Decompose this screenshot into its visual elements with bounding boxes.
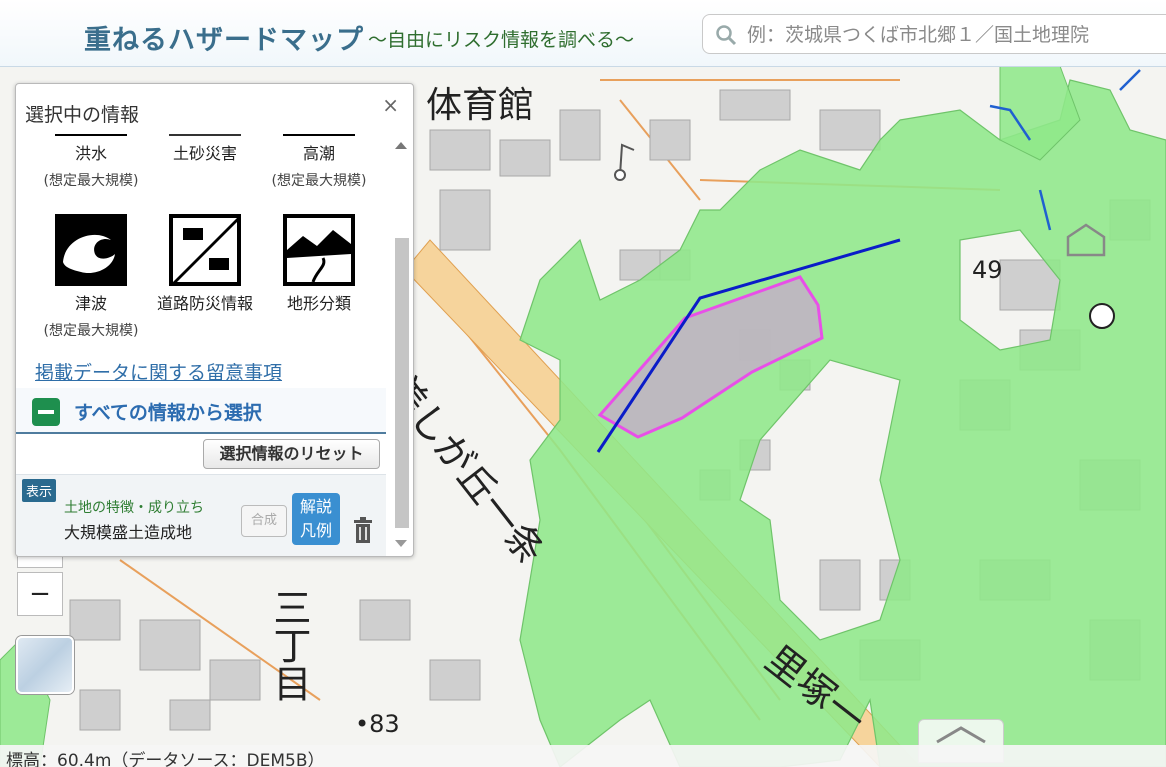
select-all-label[interactable]: すべての情報から選択: [74, 398, 262, 425]
scroll-down-arrow[interactable]: [395, 540, 407, 547]
hazard-flood[interactable]: 洪水 (想定最大規模): [36, 134, 146, 190]
layer-name: 大規模盛土造成地: [64, 523, 193, 542]
hazard-label: 津波: [74, 294, 107, 313]
status-bar: 標高：60.4m（データソース：DEM5B）: [0, 745, 1166, 767]
active-layer-row: 表示 土地の特徴・成り立ち 大規模盛土造成地 合成 解説 凡例: [16, 474, 386, 556]
hazard-label: 地形分類: [286, 294, 351, 313]
hazard-landslide[interactable]: 土砂災害: [150, 134, 260, 164]
selected-info-panel: 選択中の情報 × 洪水 (想定最大規模) 土砂災害 高潮 (想定最大規模) 津波…: [15, 83, 414, 557]
panel-scroll-area[interactable]: 洪水 (想定最大規模) 土砂災害 高潮 (想定最大規模) 津波 (想定最大規模): [16, 134, 388, 556]
elevation-readout: 標高：60.4m（データソース：DEM5B）: [6, 751, 325, 767]
app-subtitle: ～自由にリスク情報を調べる～: [368, 29, 635, 51]
tsunami-icon[interactable]: [55, 214, 127, 286]
hazard-sub: (想定最大規模): [43, 323, 139, 339]
collapse-icon[interactable]: [32, 398, 60, 426]
scroll-up-arrow[interactable]: [395, 142, 407, 149]
compose-button[interactable]: 合成: [241, 505, 287, 537]
scroll-thumb[interactable]: [395, 238, 409, 528]
hazard-label: 洪水: [74, 144, 107, 163]
panel-close-button[interactable]: ×: [382, 93, 399, 117]
basemap-switch-button[interactable]: [16, 636, 74, 694]
hazard-sub: (想定最大規模): [271, 173, 367, 189]
search-box[interactable]: [702, 14, 1166, 54]
terrain-icon[interactable]: [283, 214, 355, 286]
hazard-tsunami[interactable]: 津波 (想定最大規模): [36, 214, 146, 340]
hazard-sub: (想定最大規模): [43, 173, 139, 189]
hazard-label: 道路防災情報: [156, 294, 253, 313]
panel-scrollbar[interactable]: [393, 142, 409, 550]
flood-icon[interactable]: [55, 134, 127, 136]
app-title[interactable]: 重ねるハザードマップ: [84, 18, 364, 57]
storm-surge-icon[interactable]: [283, 134, 355, 136]
visibility-badge[interactable]: 表示: [22, 479, 57, 502]
legend-button-line1: 解説: [299, 497, 332, 516]
data-notice-link[interactable]: 掲載データに関する留意事項: [35, 358, 282, 385]
select-all-row[interactable]: すべての情報から選択: [16, 388, 386, 434]
header: 重ねるハザードマップ ～自由にリスク情報を調べる～: [0, 0, 1166, 67]
reset-selection-button[interactable]: 選択情報のリセット: [203, 439, 380, 469]
app-root: 重ねるハザードマップ ～自由にリスク情報を調べる～ 例：茨城県つくば市北郷１／国…: [0, 0, 1166, 767]
hazard-label: 高潮: [302, 144, 335, 163]
zoom-out-button[interactable]: −: [17, 572, 63, 616]
trash-icon[interactable]: [352, 517, 374, 543]
search-icon[interactable]: [715, 24, 737, 46]
layer-category: 土地の特徴・成り立ち: [64, 500, 204, 516]
road-disaster-icon[interactable]: [169, 214, 241, 286]
hazard-road[interactable]: 道路防災情報: [150, 214, 260, 314]
map-label-sanchome: 三丁目: [267, 588, 311, 702]
landslide-icon[interactable]: [169, 134, 241, 136]
spot-marker: [614, 169, 626, 181]
search-input[interactable]: [745, 19, 1166, 51]
legend-button[interactable]: 解説 凡例: [292, 493, 340, 545]
hazard-label: 土砂災害: [172, 144, 237, 163]
hazard-terrain[interactable]: 地形分類: [264, 214, 374, 314]
post-office-icon: [1089, 303, 1115, 329]
map-label-gym: 体育館: [426, 85, 535, 126]
map-label-49: 49: [972, 256, 1003, 284]
hazard-storm-surge[interactable]: 高潮 (想定最大規模): [264, 134, 374, 190]
legend-button-line2: 凡例: [299, 521, 332, 540]
panel-title: 選択中の情報: [25, 104, 140, 126]
map-label-83: •83: [355, 710, 400, 738]
